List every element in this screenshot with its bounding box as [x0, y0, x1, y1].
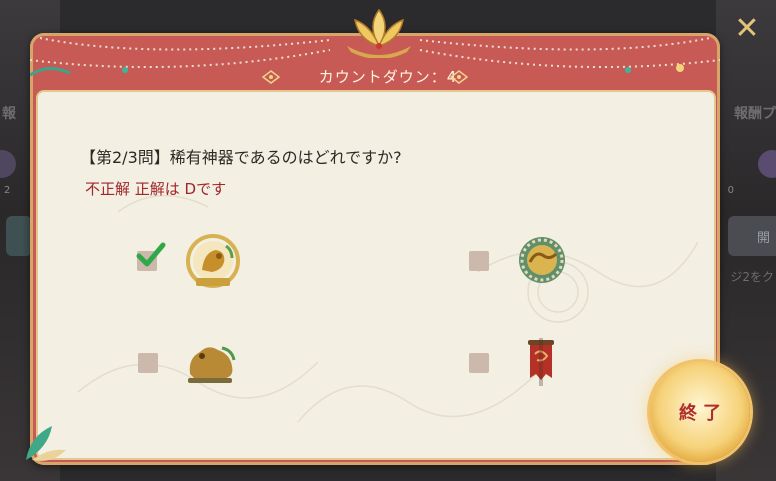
option-d-checkbox[interactable]	[469, 353, 489, 373]
background-label-right: 報酬プ	[734, 106, 776, 122]
checkmark-icon	[136, 242, 166, 267]
background-number-left: 2	[4, 185, 11, 196]
background-label-left: 報	[2, 106, 16, 122]
option-c-checkbox[interactable]	[138, 353, 158, 373]
background-number-right: 0	[727, 185, 734, 196]
background-button-left	[6, 216, 32, 256]
question-text: 【第2/3問】稀有神器であるのはどれですか?	[80, 148, 402, 167]
option-c-bronze-qilin-artifact-icon[interactable]	[182, 338, 240, 386]
end-button-label: 終了	[679, 403, 727, 424]
option-b-dragon-medallion-artifact-icon[interactable]	[516, 234, 568, 286]
background-button-right: 開	[728, 216, 776, 256]
option-a-golden-qilin-artifact-icon[interactable]	[182, 232, 244, 294]
end-button[interactable]: 終了	[650, 362, 750, 462]
background-button-right-label: 開	[756, 230, 770, 246]
background-label-right-2: ジ2をク	[730, 270, 774, 284]
option-b-checkbox[interactable]	[469, 251, 489, 271]
countdown-ornament-right-icon	[450, 70, 468, 84]
lotus-emblem-icon	[347, 8, 411, 58]
countdown-timer: カウントダウン：4	[318, 68, 458, 86]
leaf-decoration-icon	[26, 426, 66, 461]
answer-result-text: 不正解 正解は Dです	[85, 180, 227, 198]
close-button[interactable]: ✕	[730, 12, 764, 46]
option-d-war-banner-artifact-icon[interactable]	[524, 338, 558, 386]
